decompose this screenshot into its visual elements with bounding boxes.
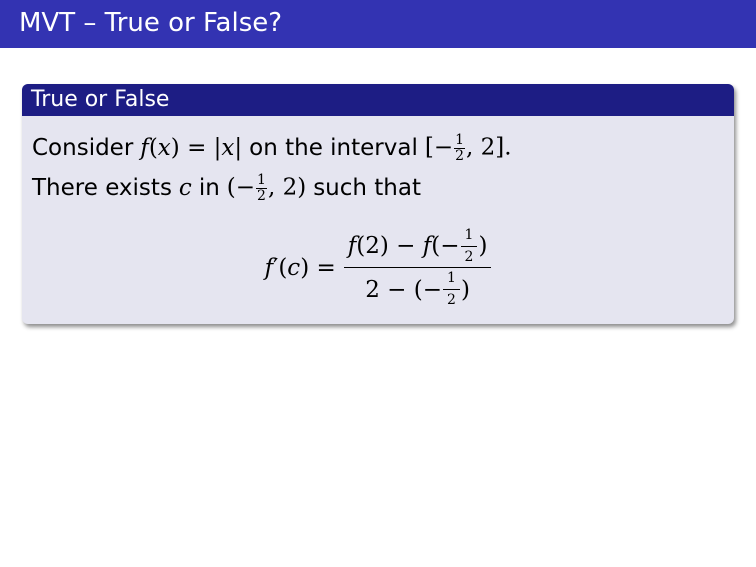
function-definition: f(x) = |x| [140, 134, 243, 161]
statement-line-2: There exists c in (− 1 2, 2) such that [32, 168, 724, 208]
difference-quotient: f (2) − f (− 1 2) 2 − (− 1 2) [343, 228, 492, 309]
such-that-text: such that [313, 174, 421, 201]
in-text: in [198, 174, 220, 201]
slide: MVT – True or False? True or False Consi… [0, 0, 756, 567]
frame-title-bar: MVT – True or False? [0, 0, 756, 48]
slide-title: MVT – True or False? [19, 8, 283, 38]
equation-lhs: f′(c) = [264, 254, 336, 281]
theorem-block: True or False Consider f(x) = |x| on the… [22, 84, 734, 324]
variable-c: c [178, 174, 192, 201]
there-exists-text: There exists [32, 174, 172, 201]
quotient-numerator: f (2) − f (− 1 2) [343, 228, 492, 269]
open-interval: (− 1 2, 2) [226, 171, 307, 204]
block-body: Consider f(x) = |x| on the interval [− 1 2… [22, 116, 734, 208]
mvt-equation: f′(c) = f (2) − f (− 1 2) 2 − (− 1 2) [22, 228, 734, 308]
interval-text: on the interval [249, 134, 418, 161]
consider-text: Consider [32, 134, 134, 161]
block-title: True or False [31, 87, 170, 112]
block-header: True or False [22, 84, 734, 116]
quotient-denominator: 2 − (− 1 2) [365, 270, 470, 309]
statement-line-1: Consider f(x) = |x| on the interval [− 1 2… [32, 128, 724, 168]
closed-interval: [− 1 2, 2]. [424, 131, 512, 164]
